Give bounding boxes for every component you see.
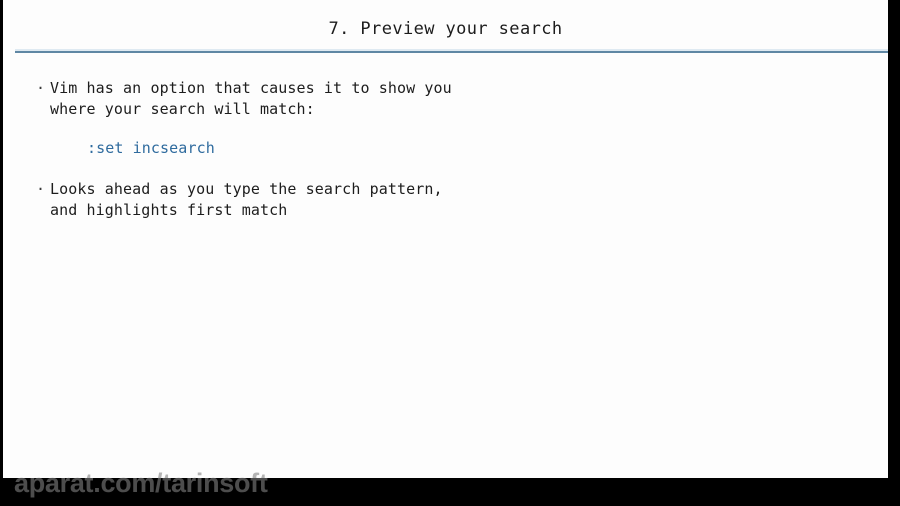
letterbox-bar-right: [888, 0, 900, 506]
list-item: · Vim has an option that causes it to sh…: [33, 78, 863, 120]
slide-body: · Vim has an option that causes it to sh…: [33, 78, 863, 221]
page-title: 7. Preview your search: [328, 19, 563, 39]
list-item-text: Vim has an option that causes it to show…: [50, 79, 452, 118]
video-frame: 7. Preview your search · Vim has an opti…: [0, 0, 900, 506]
code-snippet: :set incsearch: [87, 139, 215, 157]
letterbox-bar-left: [0, 0, 3, 506]
bullet-dot-icon: ·: [36, 180, 46, 198]
bullet-dot-icon: ·: [36, 79, 46, 97]
list-item: · Looks ahead as you type the search pat…: [33, 179, 863, 221]
watermark-text-top: aparat.com/tarinsoft: [14, 468, 268, 478]
list-item-text: Looks ahead as you type the search patte…: [50, 180, 443, 219]
slide-canvas: 7. Preview your search · Vim has an opti…: [3, 0, 888, 478]
title-divider: [15, 51, 888, 53]
watermark-clipped-top: aparat.com/tarinsoft: [14, 468, 888, 478]
